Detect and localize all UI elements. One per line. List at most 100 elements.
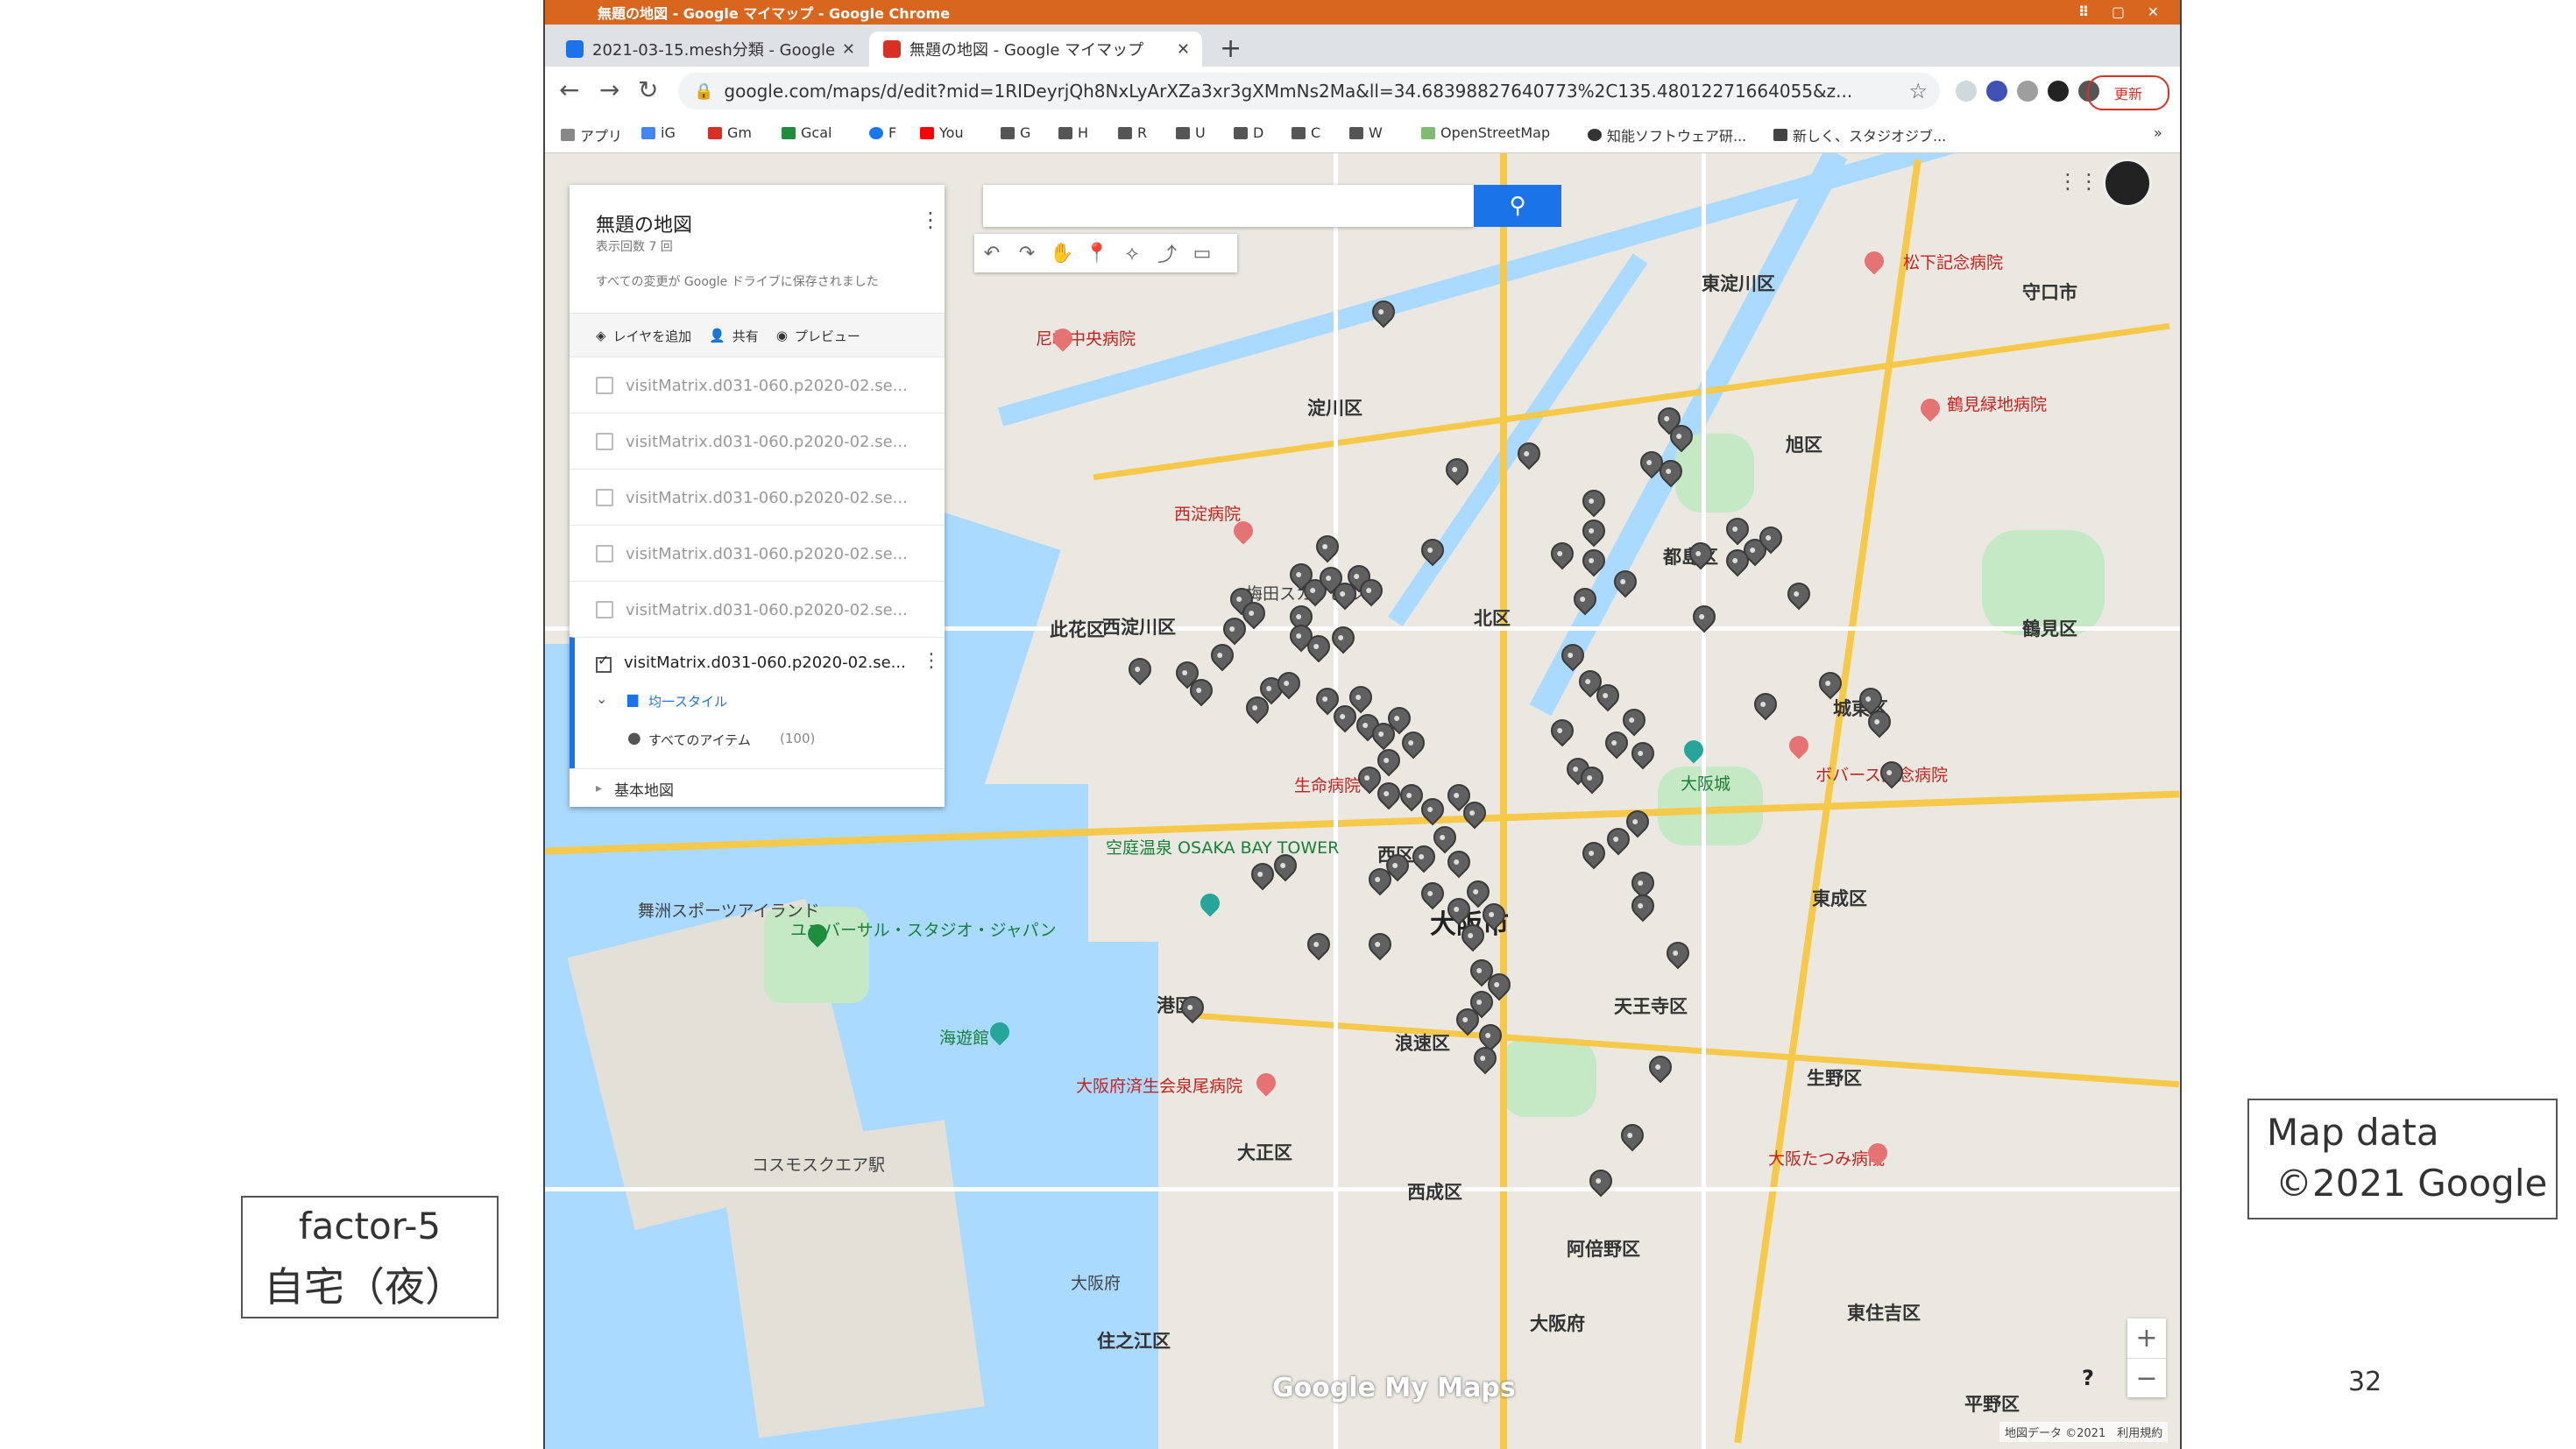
more-vert-icon[interactable]: ⋮: [920, 208, 941, 232]
bookmark-folder-c[interactable]: C: [1292, 124, 1320, 141]
visit-pin[interactable]: [1468, 1042, 1502, 1075]
help-icon[interactable]: ?: [2082, 1366, 2094, 1390]
bookmark-lab[interactable]: 知能ソフトウェア研...: [1588, 124, 1746, 145]
bookmark-ig[interactable]: iG: [641, 124, 676, 141]
map-search-input[interactable]: [983, 185, 1474, 227]
visit-pin[interactable]: [1577, 837, 1610, 870]
extension-icon[interactable]: [2017, 81, 2038, 102]
preview-icon[interactable]: ◉: [776, 328, 788, 343]
layer-options-icon[interactable]: ⋮: [922, 650, 941, 672]
visit-pin[interactable]: [1311, 530, 1344, 563]
visit-pin[interactable]: [1302, 928, 1335, 961]
bookmark-folder-g[interactable]: G: [1001, 124, 1030, 141]
close-icon[interactable]: ✕: [842, 40, 855, 59]
visit-pin[interactable]: [1123, 653, 1157, 686]
visit-pin[interactable]: [1363, 928, 1397, 961]
map-title[interactable]: 無題の地図: [596, 209, 692, 237]
bookmark-openstreetmap[interactable]: OpenStreetMap: [1421, 124, 1550, 141]
visit-pin[interactable]: [1600, 726, 1633, 760]
visit-pin[interactable]: [1616, 1119, 1649, 1152]
visit-pin[interactable]: [1584, 1164, 1617, 1198]
hospital-marker-icon[interactable]: [1916, 394, 1944, 422]
layer-row[interactable]: visitMatrix.d031-060.p2020-02.se...: [570, 525, 945, 582]
layer-row[interactable]: visitMatrix.d031-060.p2020-02.se...: [570, 469, 945, 526]
attraction-marker-icon[interactable]: [1196, 889, 1224, 917]
add-layer-button[interactable]: レイヤを追加: [613, 327, 692, 345]
visit-pin[interactable]: [1428, 821, 1461, 854]
visit-pin[interactable]: [1577, 514, 1610, 548]
chevron-down-icon[interactable]: ⌄: [596, 690, 607, 707]
add-layer-icon[interactable]: ◈: [596, 328, 606, 343]
bookmark-folder-w[interactable]: W: [1349, 124, 1383, 141]
visit-pin[interactable]: [1626, 737, 1660, 770]
star-extension-icon[interactable]: [1986, 81, 2007, 102]
visit-pin[interactable]: [1546, 537, 1579, 570]
visit-pin[interactable]: [1644, 1050, 1677, 1084]
bookmark-gcal[interactable]: Gcal: [782, 124, 832, 141]
zoom-in-button[interactable]: +: [2127, 1318, 2166, 1358]
avatar[interactable]: [2103, 159, 2152, 208]
back-button[interactable]: ←: [559, 75, 579, 104]
extension-icon[interactable]: [1956, 81, 1977, 102]
bookmark-facebook[interactable]: F: [869, 124, 896, 141]
visit-pin[interactable]: [1749, 688, 1782, 721]
share-icon[interactable]: 👤: [709, 328, 725, 343]
layer-row[interactable]: visitMatrix.d031-060.p2020-02.se...: [570, 357, 945, 413]
draw-line-icon[interactable]: ⟡: [1115, 243, 1150, 265]
layer-checkbox[interactable]: [596, 601, 613, 618]
bookmark-folder-u[interactable]: U: [1176, 124, 1206, 141]
bookmark-folder-r[interactable]: R: [1118, 124, 1147, 141]
ruler-icon[interactable]: ▭: [1185, 243, 1220, 265]
layer-checkbox[interactable]: [596, 489, 613, 506]
zoom-out-button[interactable]: −: [2127, 1358, 2166, 1398]
circle-extension-icon[interactable]: [2048, 81, 2069, 102]
hospital-marker-icon[interactable]: [1785, 732, 1813, 760]
active-layer-name[interactable]: visitMatrix.d031-060.p2020-02.se...: [624, 654, 906, 672]
share-button[interactable]: 共有: [732, 327, 759, 345]
redo-icon[interactable]: ↷: [1009, 243, 1044, 265]
layer-checkbox[interactable]: [596, 377, 613, 394]
layer-checkbox[interactable]: [596, 545, 613, 562]
update-button[interactable]: 更新: [2087, 75, 2169, 110]
marker-icon[interactable]: 📍: [1079, 243, 1115, 265]
apps-grid-icon[interactable]: ⋮⋮: [2057, 169, 2099, 195]
all-items-link[interactable]: すべてのアイテム: [648, 731, 751, 749]
visit-pin[interactable]: [1577, 484, 1610, 518]
address-bar[interactable]: 🔒 google.com/maps/d/edit?mid=1RIDeyrjQh8…: [678, 73, 1940, 110]
visit-pin[interactable]: [1617, 703, 1651, 737]
search-button[interactable]: ⚲: [1474, 185, 1561, 227]
undo-icon[interactable]: ↶: [974, 243, 1009, 265]
map-canvas[interactable]: 大阪市 北区 西区 港区 大正区 浪速区 天王寺区 西成区 阿倍野区 東成区 城…: [545, 153, 2180, 1449]
hospital-marker-icon[interactable]: [1860, 247, 1888, 275]
uniform-style-link[interactable]: 均一スタイル: [648, 692, 727, 710]
visit-pin[interactable]: [1782, 577, 1815, 611]
tab-my-maps[interactable]: 無題の地図 - Google マイマップ ✕: [869, 32, 1202, 67]
bookmark-ghibli[interactable]: 新しく、スタジオジブ...: [1773, 124, 1946, 145]
bookmark-apps[interactable]: アプリ: [561, 124, 622, 145]
map-attribution[interactable]: 地図データ ©2021 利用規約: [1999, 1422, 2169, 1442]
bookmark-gmail[interactable]: Gm: [708, 124, 752, 141]
bookmark-youtube[interactable]: You: [920, 124, 964, 141]
layer-checkbox[interactable]: [596, 433, 613, 450]
layer-row[interactable]: visitMatrix.d031-060.p2020-02.se...: [570, 581, 945, 638]
directions-icon[interactable]: ⤴: [1150, 239, 1185, 267]
preview-button[interactable]: プレビュー: [795, 327, 860, 345]
chevron-right-icon[interactable]: ▸: [596, 781, 602, 795]
bookmark-star-icon[interactable]: ☆: [1908, 79, 1928, 103]
hospital-marker-icon[interactable]: [1252, 1069, 1280, 1097]
bookmark-folder-h[interactable]: H: [1058, 124, 1088, 141]
layer-row[interactable]: visitMatrix.d031-060.p2020-02.se...: [570, 413, 945, 470]
reload-button[interactable]: ↻: [638, 75, 658, 104]
hand-icon[interactable]: ✋: [1044, 243, 1079, 265]
visit-pin[interactable]: [1626, 889, 1660, 922]
close-icon[interactable]: ✕: [1177, 40, 1190, 59]
window-controls[interactable]: ⠿ ▢ ✕: [2078, 4, 2168, 20]
visit-pin[interactable]: [1440, 453, 1474, 486]
bookmarks-more-button[interactable]: »: [2154, 124, 2162, 141]
visit-pin[interactable]: [1661, 937, 1695, 970]
forward-button[interactable]: →: [599, 75, 619, 104]
tab-mesh-classification[interactable]: 2021-03-15.mesh分類 - Google ✕: [552, 32, 867, 67]
new-tab-button[interactable]: +: [1220, 33, 1242, 64]
basemap-row[interactable]: ▸ 基本地図: [570, 768, 945, 808]
active-layer[interactable]: ✓ visitMatrix.d031-060.p2020-02.se... ⋮ …: [570, 637, 945, 768]
